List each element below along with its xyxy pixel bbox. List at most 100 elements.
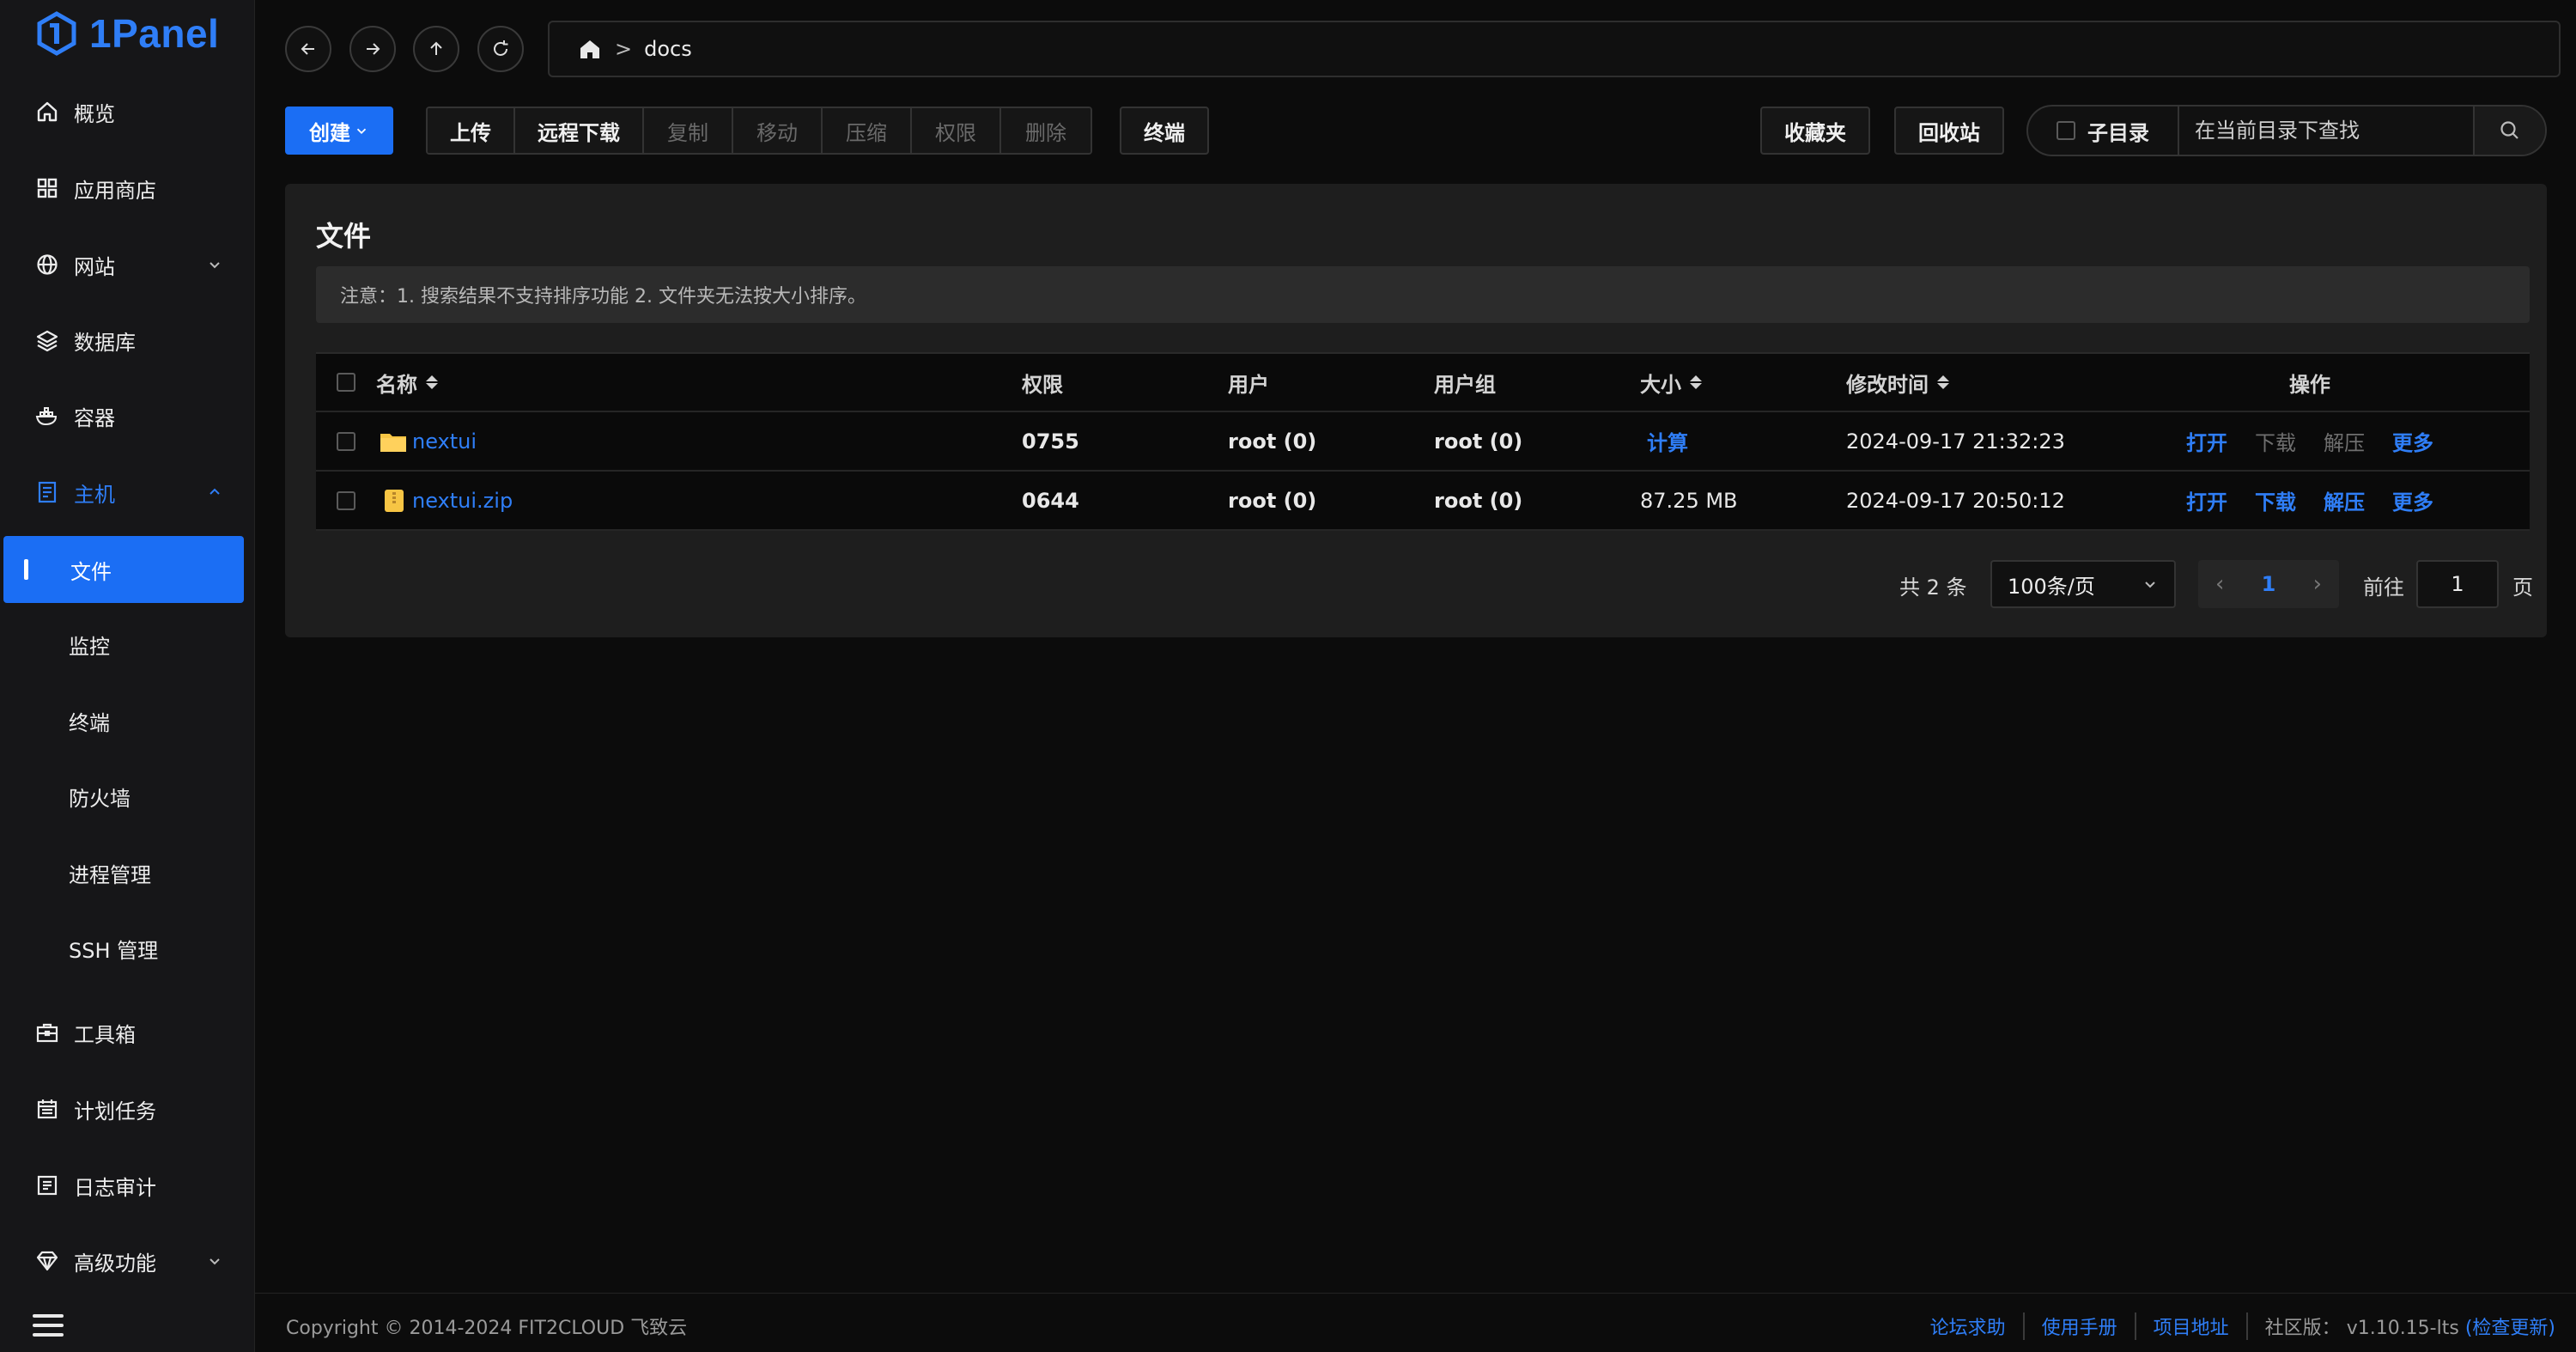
next-page-icon[interactable]: › [2313, 571, 2322, 597]
extract-action[interactable]: 解压 [2324, 412, 2365, 470]
calculate-size-link[interactable]: 计算 [1647, 412, 1688, 470]
permission-button[interactable]: 权限 [912, 108, 1001, 153]
chevron-down-icon [2145, 582, 2155, 588]
column-name[interactable]: 名称 [376, 354, 438, 411]
sidebar-subitem-terminal[interactable]: 终端 [69, 695, 240, 746]
sidebar-subitem-label: SSH 管理 [69, 938, 159, 963]
column-mtime[interactable]: 修改时间 [1846, 354, 1949, 411]
download-action[interactable]: 下载 [2255, 472, 2296, 529]
sidebar-item-overview[interactable]: 概览 [34, 86, 223, 137]
subdir-checkbox[interactable]: 子目录 [2028, 107, 2179, 155]
prev-page-icon[interactable]: ‹ [2215, 571, 2224, 597]
card-title: 文件 [316, 220, 372, 253]
file-name-link[interactable]: nextui.zip [412, 489, 513, 513]
file-name-cell[interactable]: nextui.zip [380, 472, 513, 529]
forum-link[interactable]: 论坛求助 [1913, 1312, 2025, 1340]
permission-value[interactable]: 0755 [1022, 412, 1079, 470]
row-checkbox[interactable] [337, 472, 355, 529]
row-checkbox[interactable] [337, 412, 355, 470]
terminal-button[interactable]: 终端 [1120, 107, 1209, 155]
copyright: Copyright © 2014-2024 FIT2CLOUD 飞致云 [286, 1318, 688, 1339]
logo[interactable]: 1Panel [34, 9, 219, 58]
favorites-button[interactable]: 收藏夹 [1760, 107, 1870, 155]
sidebar-subitem-label: 进程管理 [69, 862, 151, 887]
sidebar-subitem-files[interactable]: 文件 [3, 536, 244, 603]
page-size-value: 100条/页 [2008, 574, 2095, 599]
extract-action[interactable]: 解压 [2324, 472, 2365, 529]
collapse-menu-button[interactable] [33, 1314, 64, 1340]
search-bar: 子目录 [2026, 105, 2547, 156]
select-all-checkbox[interactable] [337, 354, 355, 411]
copy-button[interactable]: 复制 [644, 108, 733, 153]
back-button[interactable] [285, 26, 331, 72]
manual-link[interactable]: 使用手册 [2025, 1312, 2136, 1340]
sidebar-item-toolbox[interactable]: 工具箱 [34, 1007, 223, 1058]
sort-icon[interactable] [1690, 375, 1702, 389]
sidebar-subitem-ssh[interactable]: SSH 管理 [69, 923, 240, 974]
sidebar-item-label: 高级功能 [74, 1251, 156, 1276]
forward-button[interactable] [349, 26, 396, 72]
globe-icon [34, 252, 60, 277]
recycle-bin-button[interactable]: 回收站 [1894, 107, 2004, 155]
toolbox-icon [34, 1020, 60, 1045]
up-directory-button[interactable] [413, 26, 459, 72]
open-action[interactable]: 打开 [2186, 472, 2227, 529]
arrow-right-icon [367, 43, 380, 55]
search-button[interactable] [2473, 107, 2545, 155]
arrow-up-icon [430, 41, 442, 55]
sidebar-item-database[interactable]: 数据库 [34, 314, 223, 366]
page-size-select[interactable]: 100条/页 [1990, 560, 2176, 608]
sidebar-item-containers[interactable]: 容器 [34, 390, 223, 442]
goto-page-input[interactable] [2416, 560, 2499, 608]
permission-value[interactable]: 0644 [1022, 472, 1079, 529]
grid-icon [34, 175, 60, 201]
search-input[interactable] [2179, 107, 2473, 155]
column-label: 大小 [1640, 372, 1681, 397]
chevron-down-icon [210, 1258, 220, 1265]
sidebar-item-cron[interactable]: 计划任务 [34, 1083, 223, 1135]
breadcrumb-current[interactable]: docs [644, 37, 692, 61]
compress-button[interactable]: 压缩 [823, 108, 912, 153]
sidebar-subitem-label: 监控 [69, 634, 110, 659]
column-size[interactable]: 大小 [1640, 354, 1702, 411]
home-icon[interactable] [577, 36, 603, 62]
delete-button[interactable]: 删除 [1001, 108, 1091, 153]
sidebar-subitem-label: 文件 [70, 559, 112, 584]
more-action[interactable]: 更多 [2392, 412, 2433, 470]
table-header: 名称 权限 用户 用户组 大小 修改时间 操作 [316, 354, 2530, 412]
refresh-icon [494, 40, 508, 56]
recycle-bin-label: 回收站 [1918, 120, 1980, 145]
sidebar-item-websites[interactable]: 网站 [34, 239, 223, 290]
sidebar-item-label: 网站 [74, 254, 115, 279]
refresh-button[interactable] [477, 26, 524, 72]
file-name-link[interactable]: nextui [412, 429, 477, 454]
zip-file-icon [385, 489, 404, 512]
remote-download-button[interactable]: 远程下载 [515, 108, 644, 153]
open-action[interactable]: 打开 [2186, 412, 2227, 470]
download-action[interactable]: 下载 [2255, 412, 2296, 470]
sort-icon[interactable] [426, 375, 438, 389]
sidebar-item-app-store[interactable]: 应用商店 [34, 162, 223, 214]
sidebar-item-audit-log[interactable]: 日志审计 [34, 1160, 223, 1211]
page-number[interactable]: 1 [2262, 572, 2276, 596]
active-indicator [24, 559, 28, 580]
sidebar-subitem-monitor[interactable]: 监控 [69, 618, 240, 670]
move-button[interactable]: 移动 [733, 108, 823, 153]
log-icon [34, 1172, 60, 1198]
sidebar-item-advanced[interactable]: 高级功能 [34, 1235, 223, 1287]
more-action[interactable]: 更多 [2392, 472, 2433, 529]
project-link[interactable]: 项目地址 [2136, 1312, 2248, 1340]
path-breadcrumb[interactable]: > docs [548, 21, 2561, 77]
sort-icon[interactable] [1937, 375, 1949, 389]
sidebar-subitem-process[interactable]: 进程管理 [69, 847, 240, 898]
column-label: 操作 [2289, 372, 2330, 397]
sidebar-item-host[interactable]: 主机 [34, 466, 223, 518]
table-row[interactable]: nextui 0755 root (0) root (0) 计算 2024-09… [316, 412, 2530, 472]
check-update-link[interactable]: (检查更新) [2465, 1318, 2555, 1339]
upload-button[interactable]: 上传 [428, 108, 515, 153]
checkbox-icon[interactable] [2057, 121, 2075, 140]
table-row[interactable]: nextui.zip 0644 root (0) root (0) 87.25 … [316, 472, 2530, 531]
create-button[interactable]: 创建 [285, 107, 393, 155]
file-name-cell[interactable]: nextui [380, 412, 477, 470]
sidebar-subitem-firewall[interactable]: 防火墙 [69, 770, 240, 822]
